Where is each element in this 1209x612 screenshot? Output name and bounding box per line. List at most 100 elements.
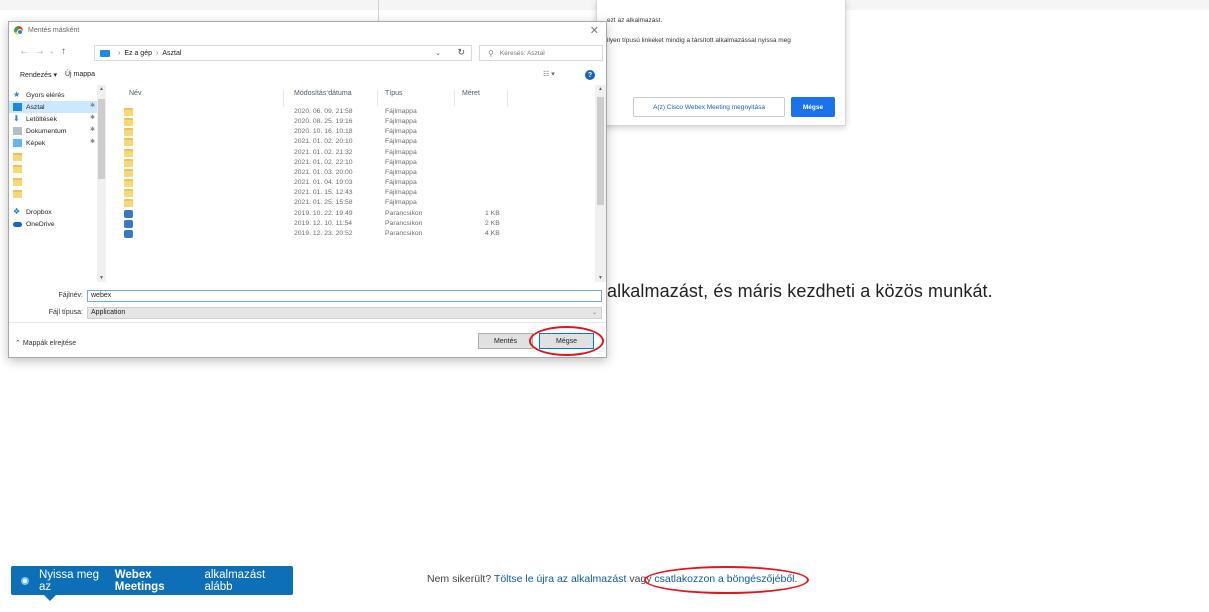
column-modified[interactable]: Módosítás dátuma [294,90,352,97]
folder-icon [13,165,22,173]
tree-item[interactable]: Dokumentum ✱ [9,125,97,137]
column-separator [283,90,284,106]
scroll-down-icon[interactable]: ▼ [595,275,606,281]
scroll-down-icon[interactable]: ▼ [97,275,106,281]
tree-item-label: Dropbox [26,208,52,216]
tree-item[interactable] [9,163,97,175]
computer-icon [100,49,110,57]
file-row-modified: 2021. 01. 02. 21:32 [294,148,353,156]
navigation-bar: ← → ⌄ ↑ › Ez a gép › Asztal ⌄ ↻ ⚲ Keresé… [9,42,606,62]
file-row-modified: 2020. 06. 09. 21:58 [294,108,353,115]
folder-icon [124,199,133,208]
highlight-ellipse [529,326,604,356]
help-icon[interactable]: ? [585,70,595,80]
breadcrumb-desktop[interactable]: Asztal [162,50,181,57]
file-row-type: Fájlmappa [385,118,417,126]
shortcut-icon [124,229,133,238]
save-button[interactable]: Mentés [478,333,533,349]
back-arrow-icon[interactable]: ← [19,46,29,57]
tree-item[interactable]: OneDrive [9,218,97,230]
pin-icon: ✱ [89,127,95,133]
column-type[interactable]: Típus [385,90,403,97]
chevron-down-icon[interactable]: ⌄ [435,49,441,57]
tree-scrollbar[interactable]: ▲ ▼ [97,85,106,282]
forward-arrow-icon[interactable]: → [35,46,45,57]
file-row-modified: 2019. 12. 23. 20:52 [294,229,353,237]
file-row-size: 1 KB [485,209,500,217]
resize-grip-icon[interactable]: ⋰ [598,348,604,355]
toast-pointer [44,595,56,601]
refresh-icon[interactable]: ↻ [457,47,465,58]
tree-item[interactable]: ❖ Dropbox [9,206,97,218]
file-row-modified: 2019. 12. 10. 11:54 [294,219,353,227]
save-as-dialog: Mentés másként ✕ ← → ⌄ ↑ › Ez a gép › As… [8,21,607,358]
column-size[interactable]: Méret [462,90,480,97]
pin-icon: ✱ [89,115,95,121]
address-bar[interactable]: › Ez a gép › Asztal ⌄ ↻ [94,45,472,61]
tree-item[interactable] [9,151,97,163]
hide-folders-label: Mappák elrejtése [22,340,77,347]
file-row-type: Fájlmappa [385,158,417,166]
column-separator [377,90,378,106]
navigation-tree: ★ Gyors elérés Asztal ✱ ⬇ Letöltések ✱ Dokument… [9,85,107,285]
file-row-type: Parancsikon [385,209,423,217]
file-list-scroll-thumb[interactable] [597,97,604,205]
file-row-type: Fájlmappa [385,128,417,136]
file-list-header: Név ⌃ Módosítás dátuma Típus Méret [109,88,596,106]
filename-input[interactable]: webex [87,290,602,302]
tree-scroll-thumb[interactable] [98,99,105,179]
tree-item-label: Gyors elérés [26,91,65,99]
breadcrumb-this-pc[interactable]: Ez a gép [124,50,152,57]
column-separator [454,90,455,106]
file-row-type: Fájlmappa [385,189,417,197]
scroll-up-icon[interactable]: ▲ [595,86,606,92]
dialog-title: Mentés másként [28,27,80,34]
scroll-up-icon[interactable]: ▲ [97,86,106,92]
up-arrow-icon[interactable]: ↑ [61,46,66,57]
file-row-type: Fájlmappa [385,148,417,156]
recent-chevron-icon[interactable]: ⌄ [49,48,54,55]
file-row-modified: 2021. 01. 02. 22:10 [294,158,353,166]
open-webex-button[interactable]: A(z) Cisco Webex Meeting megnyitása [633,97,785,117]
search-input[interactable]: ⚲ Keresés: Asztal [479,45,603,61]
main-message: alkalmazást, és máris kezdheti a közös m… [607,281,993,301]
tree-item[interactable]: ★ Gyors elérés [9,89,97,101]
view-options-icon[interactable]: ☷ ▾ [543,70,555,78]
file-row-type: Fájlmappa [385,199,417,207]
filetype-label: Fájl típusa: [48,309,83,316]
dropbox-icon: ❖ [13,207,21,216]
filetype-select[interactable]: Application ⌄ [87,307,602,319]
organize-button[interactable]: Rendezés ▾ [20,71,57,79]
open-app-toast[interactable]: Nyissa meg az Webex Meetings alkalmazást… [11,566,293,595]
filetype-row: Fájl típusa: Application ⌄ [9,307,606,319]
tree-item[interactable]: Asztal ✱ [9,101,97,113]
redownload-link[interactable]: Töltse le újra az alkalmazást [494,573,626,585]
filename-label: Fájlnév: [58,292,83,299]
tree-item[interactable]: ⬇ Letöltések ✱ [9,113,97,125]
prompt-always-open-text: ilyen típusú linkeket mindig a társított… [607,37,791,44]
folder-icon [13,190,22,198]
prompt-cancel-button[interactable]: Mégse [791,97,835,117]
column-name[interactable]: Név [129,90,141,97]
file-row-type: Fájlmappa [385,108,417,115]
file-row-type: Fájlmappa [385,179,417,187]
tree-item-label: Asztal [26,103,45,111]
toast-suffix: alkalmazást alább [204,568,266,593]
chrome-icon [14,26,23,35]
desktop-icon [13,103,22,111]
close-icon[interactable]: ✕ [590,24,599,37]
new-folder-button[interactable]: Új mappa [65,71,95,78]
search-icon: ⚲ [488,48,494,58]
file-list-scrollbar[interactable]: ▲ ▼ [595,85,606,282]
tree-item[interactable] [9,176,97,188]
file-row[interactable]: 2019. 12. 23. 20:52 Parancsikon 4 KB [109,229,596,240]
dialog-titlebar: Mentés másként [14,26,79,35]
tree-item[interactable]: Képek ✱ [9,137,97,149]
download-icon: ⬇ [13,114,20,123]
file-row-modified: 2020. 08. 25. 19:16 [294,118,353,126]
tree-item-label: Letöltések [26,115,57,123]
tree-item[interactable] [9,188,97,200]
star-icon: ★ [13,90,21,99]
hide-folders-toggle[interactable]: ⌃ Mappák elrejtése [15,339,76,347]
file-row-modified: 2021. 01. 04. 19:03 [294,179,353,187]
